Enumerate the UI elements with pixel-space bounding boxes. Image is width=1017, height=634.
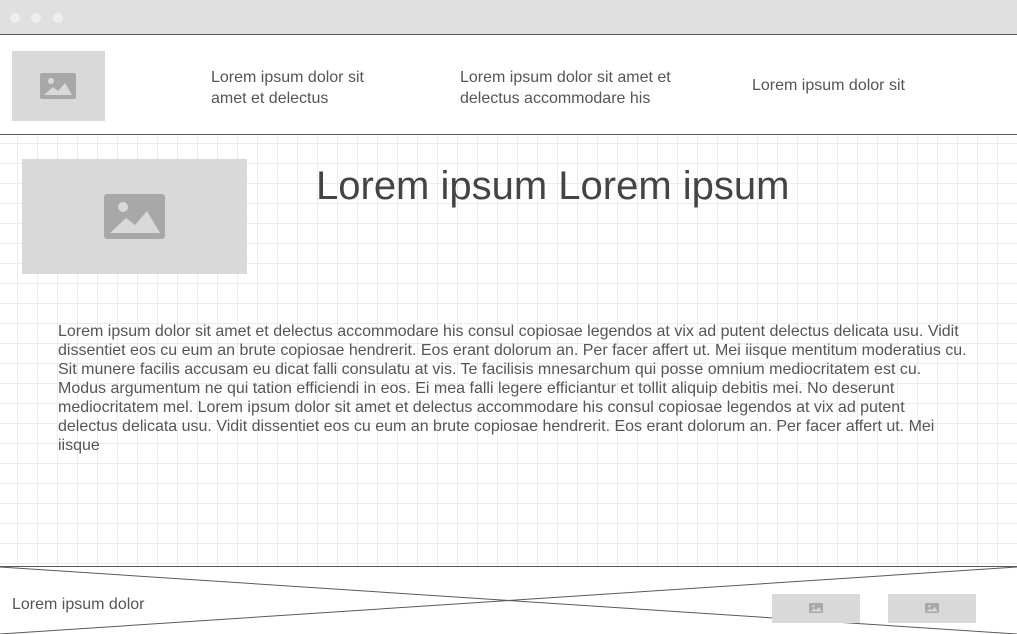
main-content: Lorem ipsum Lorem ipsum Lorem ipsum dolo…	[0, 135, 1017, 566]
nav-link-1-line1: Lorem ipsum dolor sit	[211, 69, 364, 86]
hero-image-placeholder	[22, 159, 247, 274]
nav-link-2-line2: delectus accommodare his	[460, 90, 651, 107]
image-icon	[40, 73, 76, 99]
browser-window: Lorem ipsum dolor sit amet et delectus L…	[0, 0, 1017, 634]
site-header: Lorem ipsum dolor sit amet et delectus L…	[0, 35, 1017, 135]
site-footer: Lorem ipsum dolor	[0, 566, 1017, 634]
image-icon	[925, 603, 939, 613]
title-bar	[0, 0, 1017, 35]
window-minimize-button[interactable]	[31, 13, 41, 23]
footer-image-placeholder-2[interactable]	[888, 594, 976, 623]
page-title: Lorem ipsum Lorem ipsum	[316, 164, 790, 208]
nav-link-2-line1: Lorem ipsum dolor sit amet et	[460, 69, 671, 86]
image-icon	[809, 603, 823, 613]
nav-link-1-line2: amet et delectus	[211, 90, 329, 107]
logo-image-placeholder[interactable]	[12, 51, 105, 121]
image-icon	[104, 194, 165, 239]
window-close-button[interactable]	[10, 13, 20, 23]
body-paragraph: Lorem ipsum dolor sit amet et delectus a…	[58, 323, 967, 454]
footer-text: Lorem ipsum dolor	[12, 596, 145, 613]
nav-link-3-line1: Lorem ipsum dolor sit	[752, 77, 905, 94]
footer-cross-lines	[0, 567, 1017, 634]
nav-link-3[interactable]: Lorem ipsum dolor sit	[752, 75, 905, 96]
nav-link-1[interactable]: Lorem ipsum dolor sit amet et delectus	[211, 67, 364, 109]
window-maximize-button[interactable]	[53, 13, 63, 23]
nav-link-2[interactable]: Lorem ipsum dolor sit amet et delectus a…	[460, 67, 671, 109]
footer-image-placeholder-1[interactable]	[772, 594, 860, 623]
